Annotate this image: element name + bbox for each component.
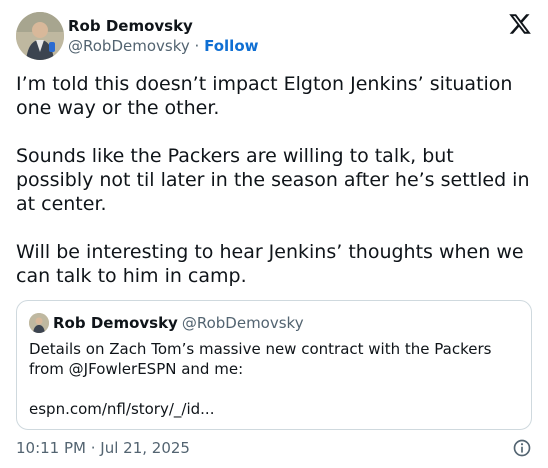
quoted-tweet[interactable]: Rob Demovsky @RobDemovsky Details on Zac… (16, 300, 532, 430)
quoted-avatar (29, 313, 49, 333)
avatar-photo (16, 12, 64, 60)
tweet-header: Rob Demovsky @RobDemovsky · Follow (16, 12, 532, 60)
quoted-header: Rob Demovsky @RobDemovsky (29, 313, 519, 333)
follow-button[interactable]: Follow (204, 37, 258, 55)
author-name[interactable]: Rob Demovsky (68, 16, 258, 36)
quoted-author-handle: @RobDemovsky (181, 314, 304, 332)
author-info: Rob Demovsky @RobDemovsky · Follow (68, 16, 258, 56)
quoted-author-name: Rob Demovsky (53, 314, 178, 332)
author-handle[interactable]: @RobDemovsky (68, 37, 190, 55)
tweet-timestamp[interactable]: 10:11 PM · Jul 21, 2025 (16, 439, 190, 457)
info-icon[interactable] (512, 438, 532, 458)
author-avatar[interactable] (16, 12, 64, 60)
quoted-avatar-photo (29, 313, 49, 333)
x-logo-icon[interactable] (508, 12, 532, 36)
tweet-footer: 10:11 PM · Jul 21, 2025 (16, 438, 532, 458)
tweet-card: Rob Demovsky @RobDemovsky · Follow I’m t… (0, 0, 548, 468)
tweet-text: I’m told this doesn’t impact Elgton Jenk… (16, 73, 530, 287)
author-handle-row: @RobDemovsky · Follow (68, 36, 258, 56)
handle-separator: · (194, 37, 200, 55)
quoted-text: Details on Zach Tom’s massive new contra… (29, 340, 492, 418)
